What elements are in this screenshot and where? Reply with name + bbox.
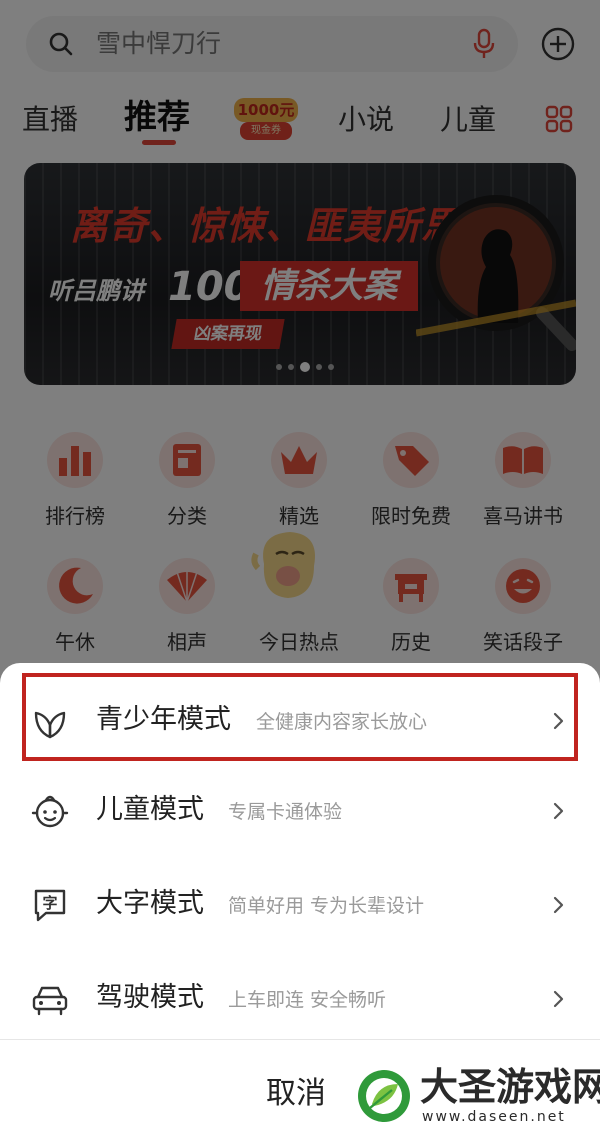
mode-title: 驾驶模式 [96, 982, 204, 1013]
chevron-right-icon [553, 802, 564, 820]
cancel-button[interactable]: 取消 [266, 1073, 326, 1115]
large-text-icon: 字 [34, 889, 66, 922]
mode-subtitle: 上车即连 安全畅听 [228, 989, 387, 1011]
mode-row-large-font[interactable]: 字 大字模式 简单好用 专为长辈设计 [0, 857, 600, 951]
watermark-title: 大圣游戏网 [420, 1065, 600, 1109]
car-icon [32, 986, 68, 1016]
chevron-right-icon [553, 896, 564, 914]
chevron-right-icon [553, 990, 564, 1008]
highlight-annotation-box [22, 673, 578, 761]
mode-title: 儿童模式 [96, 794, 204, 825]
mode-select-sheet: 青少年模式 全健康内容家长放心 儿童模式 专属卡通体验 字 大字模式 简单好用 … [0, 663, 600, 1130]
mode-row-children[interactable]: 儿童模式 专属卡通体验 [0, 763, 600, 857]
mode-subtitle: 简单好用 专为长辈设计 [228, 895, 425, 917]
child-face-icon [31, 795, 69, 828]
sheet-divider [0, 1039, 600, 1040]
mode-subtitle: 专属卡通体验 [228, 801, 343, 823]
svg-text:字: 字 [42, 894, 57, 912]
watermark-logo-icon [358, 1070, 410, 1122]
mode-row-driving[interactable]: 驾驶模式 上车即连 安全畅听 [0, 951, 600, 1045]
watermark-url: www.daseen.net [422, 1109, 566, 1125]
mode-title: 大字模式 [96, 888, 204, 919]
app-home-screen: 雪中悍刀行 直播 推荐 1000元 现金券 小说 儿童 [0, 0, 600, 1130]
